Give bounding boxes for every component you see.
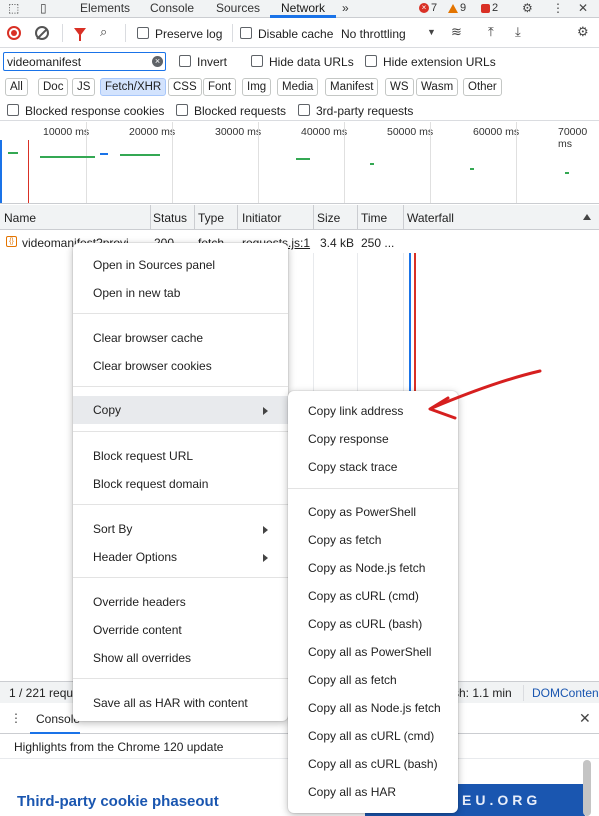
annotation-arrow-stroke <box>430 369 542 410</box>
annotation-arrow <box>428 369 542 420</box>
